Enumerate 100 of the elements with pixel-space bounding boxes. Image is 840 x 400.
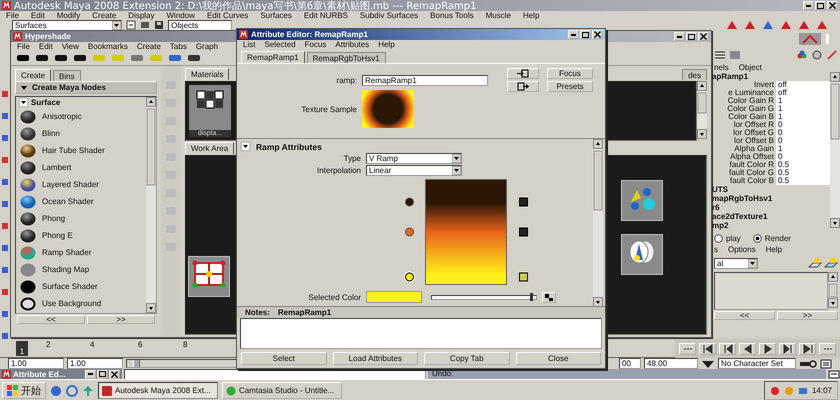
script-editor-icon[interactable] (828, 370, 840, 378)
channel-value[interactable]: 1 (776, 145, 830, 153)
sphere-icon[interactable] (811, 50, 823, 60)
graph-node[interactable] (621, 234, 663, 275)
channel-value[interactable]: 0 (776, 153, 830, 161)
menu-item[interactable]: Help (522, 11, 540, 20)
menu-item[interactable]: Muscle (486, 11, 511, 20)
tool-icon[interactable] (0, 134, 8, 142)
maximize-button[interactable] (580, 30, 591, 39)
menu-item[interactable]: List (243, 40, 256, 49)
ramp-gradient[interactable] (425, 179, 507, 286)
notes-field[interactable] (240, 318, 602, 349)
preferences-icon[interactable] (820, 358, 832, 368)
scroll-bar[interactable] (830, 72, 840, 228)
menu-item[interactable]: Bonus Tools (430, 11, 474, 20)
tool-icon[interactable] (0, 266, 8, 274)
selected-color-swatch[interactable] (366, 291, 422, 304)
scroll-bar[interactable] (828, 272, 838, 308)
radio-button[interactable] (714, 234, 723, 243)
graph-node[interactable] (621, 180, 663, 221)
menu-item[interactable]: Tabs (170, 42, 187, 51)
tool-icon[interactable] (0, 156, 8, 164)
menu-item[interactable]: Bookmarks (88, 42, 128, 51)
taskbar-button[interactable]: Camtasia Studio - Untitle... (222, 382, 342, 399)
menu-item[interactable]: Edit NURBS (304, 11, 348, 20)
menu-item[interactable]: Edit Curves (206, 11, 248, 20)
color-handle[interactable] (405, 228, 414, 237)
tool-icon[interactable] (0, 90, 8, 98)
menu-item[interactable]: Surfaces (260, 11, 292, 20)
taskbar-button[interactable]: Autodesk Maya 2008 Ext... (98, 382, 218, 399)
collapse-arrow-icon[interactable] (19, 98, 28, 107)
tool-icon[interactable] (0, 310, 8, 318)
triangle-icon[interactable] (780, 20, 792, 30)
triangle-icon[interactable] (726, 20, 738, 30)
pen-icon[interactable] (826, 50, 838, 60)
tab[interactable]: Materials (185, 68, 230, 80)
node-list-item[interactable]: Shading Map (16, 261, 146, 278)
collapse-arrow-icon[interactable] (241, 142, 250, 152)
nav-button[interactable]: << (17, 315, 85, 324)
circles-icon[interactable] (796, 50, 808, 60)
tool-icon[interactable] (0, 288, 8, 296)
node-list-item[interactable]: Ramp Shader (16, 244, 146, 261)
node-list-item[interactable]: Phong (16, 210, 146, 227)
end-time-field[interactable]: 00 (619, 358, 641, 369)
node-list-item[interactable]: Ocean Shader (16, 193, 146, 210)
menu-item[interactable]: Help (378, 40, 395, 49)
menu-item[interactable]: Graph (196, 42, 218, 51)
tool-icon[interactable] (0, 200, 8, 208)
playback-button[interactable] (759, 342, 776, 354)
menu-item[interactable]: View (62, 42, 79, 51)
section-header[interactable]: Ramp Attributes (241, 141, 589, 152)
close-button[interactable] (109, 370, 120, 378)
layer-list[interactable] (714, 272, 828, 310)
focus-button[interactable]: Focus (547, 68, 593, 79)
playback-button[interactable] (799, 342, 816, 354)
node-list-item[interactable]: Use Background (16, 295, 146, 312)
tab[interactable]: Work Area (185, 142, 234, 154)
playback-button[interactable] (699, 342, 716, 354)
slider-thumb[interactable] (133, 360, 140, 367)
tab[interactable]: Bins (53, 70, 81, 81)
selection-mode-field[interactable]: Objects (168, 20, 232, 30)
scroll-bar[interactable] (697, 81, 707, 139)
dialog-button[interactable]: Select (241, 352, 326, 365)
dropdown[interactable]: Linear (366, 164, 462, 176)
triangle-icon[interactable] (798, 20, 810, 30)
presets-button[interactable]: Presets (547, 81, 593, 92)
tab[interactable]: RemapRamp1 (241, 51, 305, 63)
node-list-item[interactable]: Layered Shader (16, 176, 146, 193)
dialog-button[interactable]: Load Attributes (332, 352, 418, 365)
list-icon[interactable] (714, 50, 726, 60)
radio-button[interactable] (752, 234, 762, 243)
start-button[interactable]: 开始 (2, 382, 46, 399)
dropdown[interactable]: al (714, 258, 758, 268)
color-handle[interactable] (405, 272, 414, 282)
node-list-item[interactable]: Phong E (16, 227, 146, 244)
tool-icon[interactable] (0, 222, 8, 230)
channel-value[interactable]: 1 (776, 105, 830, 113)
section-header[interactable]: Create Maya Nodes (15, 81, 157, 94)
maximize-button[interactable] (97, 370, 108, 378)
node-list-item[interactable]: Lambert (16, 159, 146, 176)
dropdown[interactable]: Surfaces (12, 20, 122, 30)
menu-item[interactable]: Attributes (335, 40, 370, 49)
menu-item[interactable]: Display (128, 11, 154, 20)
triangle-icon[interactable] (762, 20, 774, 30)
minimize-button[interactable] (85, 370, 96, 378)
menu-item[interactable]: Window (166, 11, 195, 20)
menu-item[interactable]: Subdiv Surfaces (360, 11, 418, 20)
channel-value[interactable]: 0.5 (776, 169, 830, 177)
menu-item[interactable]: Modify (56, 11, 80, 20)
browser-icon[interactable] (66, 384, 78, 396)
menu-item[interactable]: s (714, 244, 718, 254)
playback-button[interactable] (719, 342, 736, 354)
start-time-field[interactable]: 1.00 (8, 358, 64, 369)
minimize-button[interactable] (568, 30, 579, 39)
menu-item[interactable]: Create (92, 11, 116, 20)
playback-button[interactable] (679, 342, 696, 354)
node-list-item[interactable]: Surface Shader (16, 278, 146, 295)
menu-item[interactable]: Selected (264, 40, 296, 49)
input-node[interactable]: ace2dTexture1 (712, 212, 830, 221)
playback-button[interactable] (739, 342, 756, 354)
